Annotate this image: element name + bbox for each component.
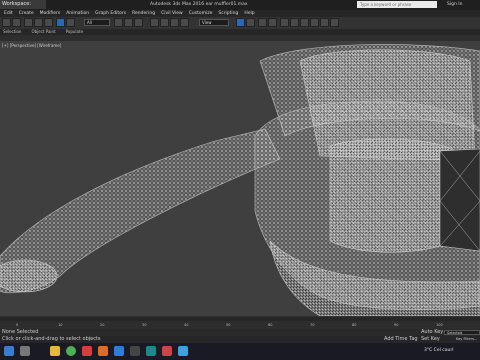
weather-widget[interactable]: 3°C Cel caurl — [424, 346, 453, 356]
mirror-icon[interactable] — [236, 18, 245, 27]
reference-coordinate-dropdown[interactable]: View — [199, 19, 229, 26]
status-bar — [0, 329, 480, 336]
app-title: Autodesk 3ds Max 2016 ear muffler01.max — [150, 2, 248, 7]
menu-create[interactable]: Create — [19, 10, 34, 17]
undo-icon[interactable] — [2, 18, 11, 27]
key-filter-dropdown[interactable]: Selected — [444, 330, 480, 335]
chrome-icon[interactable] — [66, 346, 76, 356]
key-filters-button[interactable]: Key Filters... — [456, 336, 477, 343]
auto-key-button[interactable]: Auto Key — [421, 329, 443, 336]
set-key-button[interactable]: Set Key — [421, 336, 440, 343]
curve-editor-icon[interactable] — [280, 18, 289, 27]
rendered-frame-window-icon[interactable] — [320, 18, 329, 27]
select-rotate-icon[interactable] — [124, 18, 133, 27]
help-search-input[interactable]: Type a keyword or phrase — [357, 1, 437, 8]
3dsmax-icon[interactable] — [146, 346, 156, 356]
start-icon[interactable] — [4, 346, 14, 356]
select-scale-icon[interactable] — [134, 18, 143, 27]
perspective-viewport[interactable] — [0, 41, 480, 316]
add-time-tag-button[interactable]: Add Time Tag — [384, 336, 418, 343]
workspace-dropdown[interactable]: Workspace: Default — [0, 0, 46, 16]
wireframe-model — [0, 44, 480, 316]
menu-bar: Edit Create Modifiers Animation Graph Ed… — [0, 10, 480, 17]
menu-graph-editors[interactable]: Graph Editors — [95, 10, 126, 17]
signin-button[interactable]: Sign In — [447, 0, 479, 9]
viewport-label[interactable]: [+] [Perspective] [Wireframe] — [2, 43, 61, 48]
render-production-icon[interactable] — [330, 18, 339, 27]
unlink-icon[interactable] — [34, 18, 43, 27]
select-by-name-icon[interactable] — [66, 18, 75, 27]
layer-explorer-icon[interactable] — [268, 18, 277, 27]
selection-status: None Selected — [2, 329, 39, 335]
percent-snap-icon[interactable] — [170, 18, 179, 27]
menu-customize[interactable]: Customize — [189, 10, 213, 17]
menu-help[interactable]: Help — [244, 10, 254, 17]
edge-icon[interactable] — [114, 346, 124, 356]
track-tick: 60 — [268, 323, 273, 327]
store-icon[interactable] — [130, 346, 140, 356]
firefox-icon[interactable] — [98, 346, 108, 356]
scene-explorer-icon[interactable] — [258, 18, 267, 27]
link-icon[interactable] — [24, 18, 33, 27]
app-icon[interactable] — [162, 346, 172, 356]
main-toolbar — [0, 17, 480, 29]
track-tick: 70 — [310, 323, 315, 327]
track-tick: 40 — [184, 323, 189, 327]
select-object-icon[interactable] — [56, 18, 65, 27]
search-icon[interactable] — [20, 346, 30, 356]
track-tick: 10 — [58, 323, 63, 327]
track-bar[interactable] — [0, 321, 480, 329]
bind-space-warp-icon[interactable] — [44, 18, 53, 27]
menu-edit[interactable]: Edit — [4, 10, 13, 17]
track-tick: 30 — [142, 323, 147, 327]
selection-filter-dropdown[interactable]: All — [84, 19, 110, 26]
app-icon[interactable] — [178, 346, 188, 356]
track-tick: 100 — [436, 323, 443, 327]
track-tick: 90 — [394, 323, 399, 327]
track-tick: 80 — [352, 323, 357, 327]
render-setup-icon[interactable] — [310, 18, 319, 27]
menu-scripting[interactable]: Scripting — [218, 10, 238, 17]
material-editor-icon[interactable] — [300, 18, 309, 27]
redo-icon[interactable] — [12, 18, 21, 27]
align-icon[interactable] — [246, 18, 255, 27]
snap-icon[interactable] — [150, 18, 159, 27]
file-explorer-icon[interactable] — [50, 346, 60, 356]
track-tick: 0 — [16, 323, 19, 327]
track-tick: 20 — [100, 323, 105, 327]
app-icon[interactable] — [82, 346, 92, 356]
menu-animation[interactable]: Animation — [66, 10, 89, 17]
schematic-view-icon[interactable] — [290, 18, 299, 27]
spinner-snap-icon[interactable] — [180, 18, 189, 27]
menu-rendering[interactable]: Rendering — [132, 10, 155, 17]
menu-modifiers[interactable]: Modifiers — [40, 10, 61, 17]
angle-snap-icon[interactable] — [160, 18, 169, 27]
track-tick: 50 — [226, 323, 231, 327]
prompt-text: Click or click-and-drag to select object… — [2, 336, 101, 342]
menu-civil-view[interactable]: Civil View — [161, 10, 183, 17]
select-move-icon[interactable] — [114, 18, 123, 27]
